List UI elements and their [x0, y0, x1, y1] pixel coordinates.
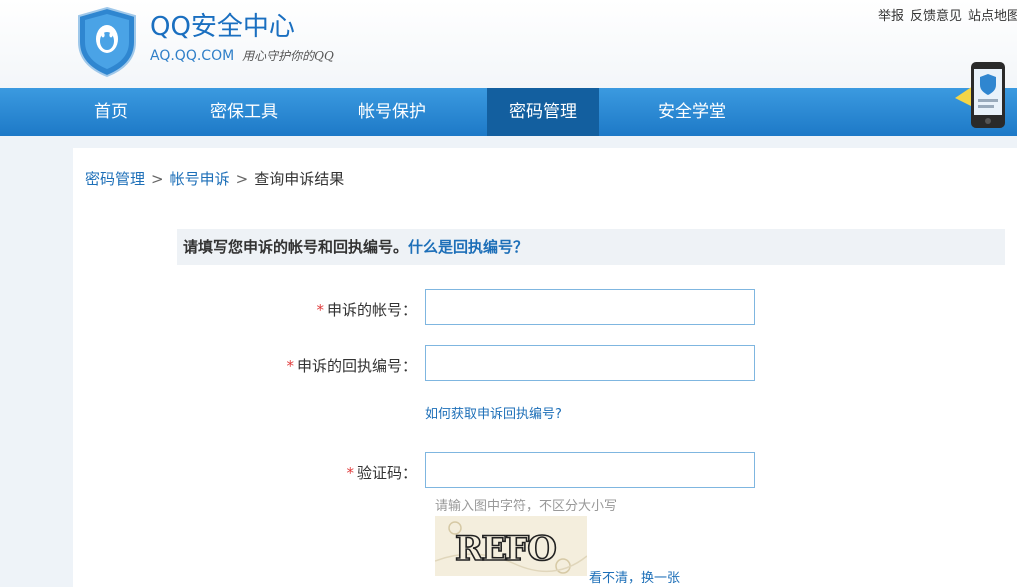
required-mark: *: [286, 357, 294, 375]
receipt-label: * 申诉的回执编号：: [286, 355, 417, 376]
required-mark: *: [316, 301, 324, 319]
sitemap-link[interactable]: 站点地图: [968, 9, 1017, 24]
required-mark: *: [346, 464, 354, 482]
qq-shield-logo-icon[interactable]: [76, 6, 138, 78]
breadcrumb-current: 查询申诉结果: [254, 170, 345, 188]
breadcrumb: 密码管理 > 帐号申诉 > 查询申诉结果: [85, 168, 344, 189]
feedback-link[interactable]: 反馈意见: [910, 9, 962, 24]
instruction-banner: 请填写您申诉的帐号和回执编号。什么是回执编号？: [177, 229, 1005, 265]
receipt-label-text: 申诉的回执编号：: [296, 357, 417, 375]
receipt-number-help-link[interactable]: 什么是回执编号？: [408, 238, 528, 256]
report-link[interactable]: 举报: [878, 9, 904, 24]
instruction-text: 请填写您申诉的帐号和回执编号。: [183, 238, 409, 256]
main-nav: 首页 密保工具 帐号保护 密码管理 安全学堂: [0, 88, 1017, 136]
breadcrumb-account-appeal[interactable]: 帐号申诉: [170, 170, 230, 188]
nav-item-security-academy[interactable]: 安全学堂: [640, 88, 744, 136]
breadcrumb-password-management[interactable]: 密码管理: [85, 170, 145, 188]
how-to-get-receipt-link[interactable]: 如何获取申诉回执编号?: [425, 403, 562, 422]
refresh-captcha-link[interactable]: 看不清，换一张: [589, 567, 680, 586]
captcha-label-text: 验证码：: [356, 464, 417, 482]
nav-item-home[interactable]: 首页: [76, 88, 146, 136]
nav-item-security-tools[interactable]: 密保工具: [192, 88, 296, 136]
captcha-label: * 验证码：: [346, 462, 417, 483]
top-links: 举报 反馈意见 站点地图: [878, 5, 1017, 24]
brand-domain: AQ.QQ.COM: [150, 48, 235, 64]
account-label: * 申诉的帐号：: [316, 299, 417, 320]
account-input[interactable]: [425, 289, 755, 325]
brand-slogan: 用心守护你的QQ: [242, 49, 334, 63]
captcha-text: REFO: [455, 529, 556, 569]
account-label-text: 申诉的帐号：: [326, 301, 417, 319]
receipt-number-input[interactable]: [425, 345, 755, 381]
brand-subtitle: AQ.QQ.COM 用心守护你的QQ: [150, 47, 334, 64]
breadcrumb-separator: >: [151, 170, 164, 188]
brand-title[interactable]: QQ安全中心: [150, 6, 295, 43]
nav-item-password-management[interactable]: 密码管理: [487, 88, 599, 136]
breadcrumb-separator: >: [235, 170, 249, 188]
captcha-image[interactable]: REFO: [435, 516, 587, 576]
captcha-hint: 请输入图中字符，不区分大小写: [435, 499, 618, 514]
site-header: QQ安全中心 AQ.QQ.COM 用心守护你的QQ 举报 反馈意见 站点地图: [0, 0, 1017, 88]
nav-item-account-protection[interactable]: 帐号保护: [340, 88, 444, 136]
captcha-input[interactable]: [425, 452, 755, 488]
phone-token-icon[interactable]: [955, 58, 1015, 132]
main-content: 密码管理 > 帐号申诉 > 查询申诉结果 请填写您申诉的帐号和回执编号。什么是回执编号？…: [73, 148, 1017, 587]
